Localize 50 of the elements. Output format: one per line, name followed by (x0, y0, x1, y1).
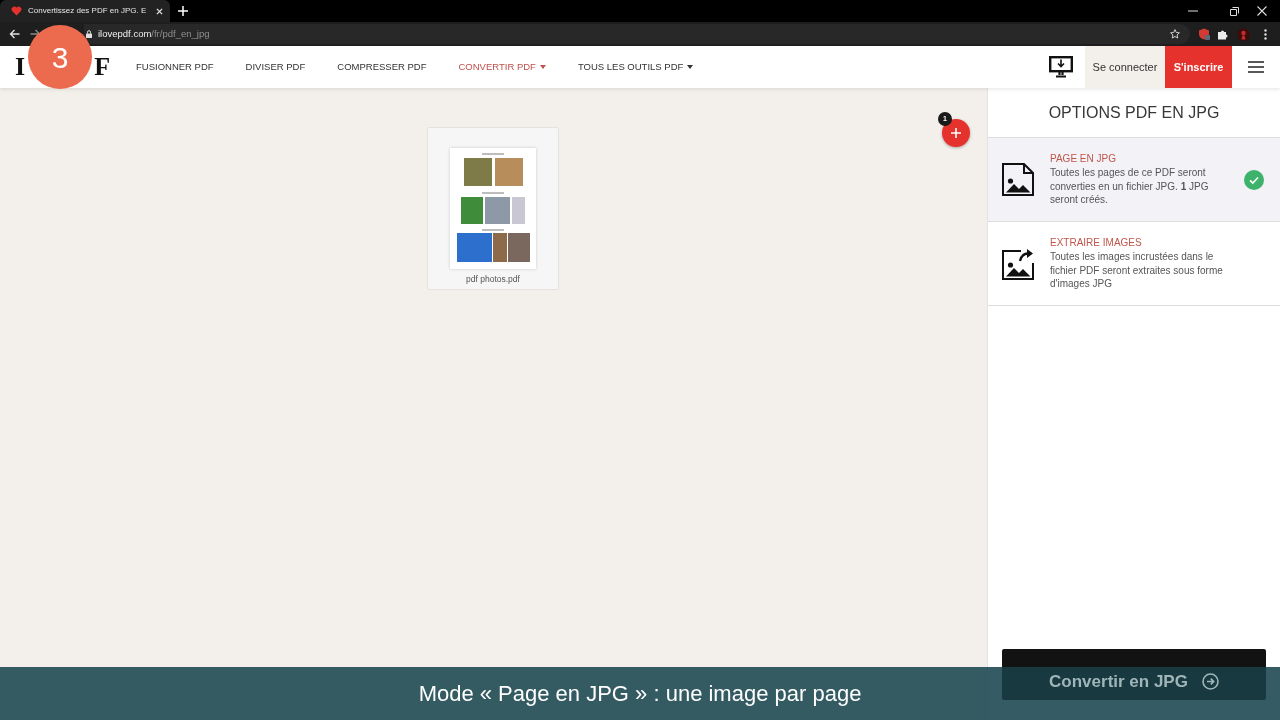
option-title: PAGE EN JPG (1050, 152, 1117, 166)
photo-placeholder (494, 158, 523, 186)
image-file-icon (1002, 163, 1034, 196)
new-tab-icon[interactable] (178, 6, 189, 16)
signup-button[interactable]: S'inscrire (1165, 46, 1232, 88)
url-text: ilovepdf.com/fr/pdf_en_jpg (98, 26, 210, 41)
option-description: Toutes les pages de ce PDF seront converties en un fichier JPG. 1 JPG seront créés. (1050, 166, 1210, 207)
close-icon[interactable] (156, 7, 164, 15)
browser-tab[interactable]: Convertissez des PDF en JPG. E (0, 0, 171, 22)
photo-placeholder (512, 197, 525, 224)
logo-text[interactable]: F (94, 54, 110, 80)
back-arrow-icon[interactable] (9, 29, 20, 39)
image-export-icon (1002, 247, 1034, 280)
nav-link[interactable]: TOUS LES OUTILS PDF (577, 59, 694, 75)
add-file-button[interactable] (942, 119, 970, 147)
menu-icon[interactable] (1248, 61, 1264, 73)
nav-link[interactable]: FUSIONNER PDF (136, 59, 214, 75)
photo-placeholder (463, 158, 492, 186)
star-icon[interactable] (1170, 29, 1180, 39)
address-bar[interactable]: ilovepdf.com/fr/pdf_en_jpg (84, 24, 1190, 44)
heart-icon (11, 6, 22, 16)
panel-title: OPTIONS PDF EN JPG (1048, 102, 1220, 123)
restore-icon[interactable] (1230, 6, 1239, 16)
logo-text[interactable]: I (15, 54, 26, 80)
desktop-download-icon[interactable] (1049, 56, 1073, 78)
check-icon (1244, 169, 1264, 190)
photo-placeholder (461, 197, 483, 224)
convert-button[interactable]: Convertir en JPG (1002, 649, 1266, 700)
puzzle-icon[interactable] (1217, 28, 1228, 40)
arrow-circle-icon (1201, 673, 1219, 690)
more-menu-icon[interactable] (1264, 28, 1267, 40)
file-name: pdf photos.pdf (466, 273, 520, 286)
plus-icon (951, 128, 961, 138)
nav-link[interactable]: CONVERTIR PDF (458, 59, 546, 75)
heading-line (482, 192, 504, 194)
caption-text: Mode « Page en JPG » : une image par page (418, 680, 862, 708)
lock-icon (86, 30, 92, 38)
photo-placeholder (485, 197, 510, 224)
extension-icon[interactable] (1198, 28, 1210, 40)
profile-icon[interactable] (1237, 27, 1250, 41)
option-description: Toutes les images incrustées dans le fichier PDF seront extraites sous forme d'images JPG (1050, 250, 1224, 291)
option-title: EXTRAIRE IMAGES (1050, 236, 1143, 250)
heading-line (482, 153, 504, 155)
login-button[interactable]: Se connecter (1085, 46, 1165, 88)
file-card[interactable]: pdf photos.pdf (427, 127, 559, 290)
nav-link[interactable]: DIVISER PDF (245, 59, 306, 75)
nav-link[interactable]: COMPRESSER PDF (337, 59, 427, 75)
close-icon[interactable] (1257, 6, 1267, 16)
heading-line (482, 229, 504, 231)
option-row[interactable]: PAGE EN JPG Toutes les pages de ce PDF seront converties en un fichier JPG. 1 JPG seront créés. (988, 138, 1280, 222)
